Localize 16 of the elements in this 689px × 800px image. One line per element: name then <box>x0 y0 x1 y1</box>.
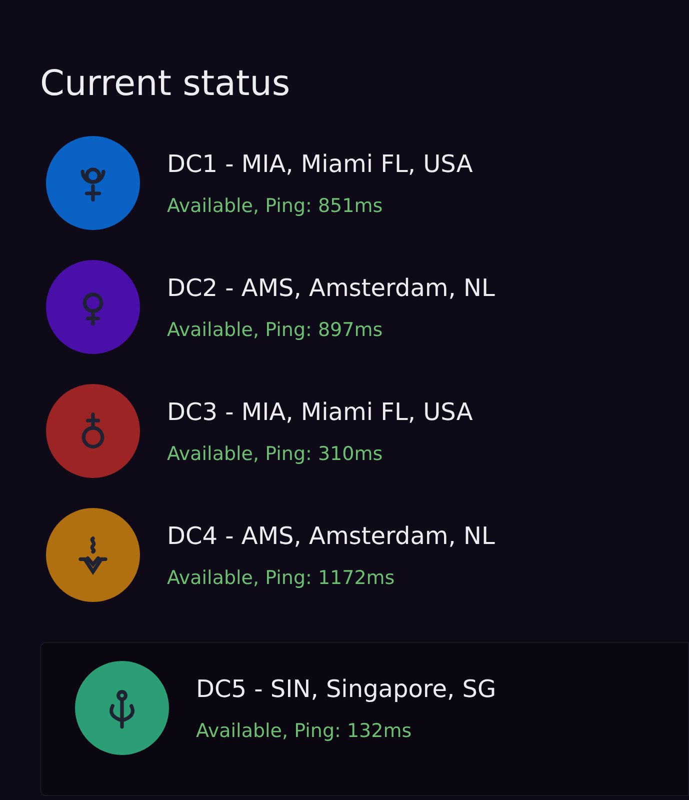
server-status: Available, Ping: 851ms <box>167 194 384 219</box>
server-name: DC5 - SIN, Singapore, SG <box>196 674 496 705</box>
server-row[interactable]: DC4 - AMS, Amsterdam, NL Available, Ping: 1172ms <box>40 508 689 602</box>
server-status: Available, Ping: 132ms <box>196 718 413 744</box>
server-name: DC1 - MIA, Miami FL, USA <box>167 148 473 180</box>
selected-server-card[interactable]: DC5 - SIN, Singapore, SG Available, Ping: 132ms <box>40 642 689 796</box>
server-row[interactable]: DC1 - MIA, Miami FL, USA Available, Ping: 851ms <box>40 136 689 230</box>
server-name: DC4 - AMS, Amsterdam, NL <box>167 520 495 552</box>
server-name: DC2 - AMS, Amsterdam, NL <box>167 272 495 304</box>
server-status: Available, Ping: 310ms <box>167 442 384 467</box>
server-row[interactable]: DC2 - AMS, Amsterdam, NL Available, Ping: 897ms <box>40 260 689 354</box>
server-status: Available, Ping: 897ms <box>167 318 384 343</box>
server-name: DC3 - MIA, Miami FL, USA <box>167 396 473 428</box>
server-row[interactable]: DC3 - MIA, Miami FL, USA Available, Ping: 310ms <box>40 384 689 478</box>
section-title: Current status <box>40 63 292 106</box>
server-status: Available, Ping: 1172ms <box>167 566 396 591</box>
